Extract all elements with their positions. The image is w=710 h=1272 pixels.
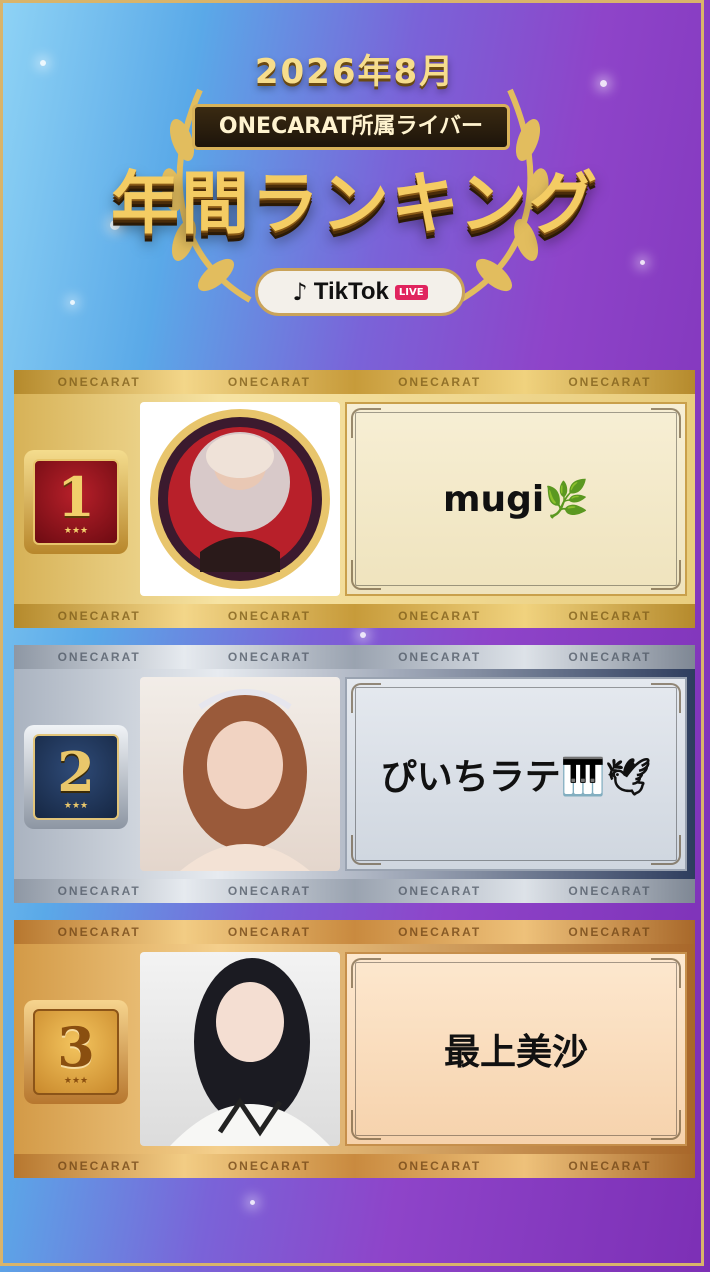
card-body: 2 ★★★ ぴいちラテ🎹🕊: [14, 669, 695, 879]
name-panel: mugi🌿: [345, 402, 687, 596]
ranking-card-3: ONECARAT ONECARAT ONECARAT ONECARAT 3 ★★…: [14, 920, 695, 1178]
rank-badge: 2 ★★★: [24, 725, 128, 829]
rank-number: 3: [57, 1015, 95, 1079]
corner-ornament-icon: [651, 958, 681, 988]
brand-logo-text: ONECARAT: [568, 650, 652, 664]
liver-name: ぴいちラテ🎹🕊: [380, 757, 652, 798]
ranking-date: 2026年8月: [254, 52, 456, 92]
agency-subtitle: ONECARAT所属ライバー: [192, 104, 510, 150]
sparkle-decoration: [360, 632, 366, 638]
corner-ornament-icon: [351, 835, 381, 865]
corner-ornament-icon: [651, 560, 681, 590]
brand-logo-text: ONECARAT: [568, 609, 652, 623]
name-panel: ぴいちラテ🎹🕊: [345, 677, 687, 871]
brand-logo-text: ONECARAT: [227, 375, 311, 389]
sparkle-decoration: [250, 1200, 255, 1205]
brand-logo-text: ONECARAT: [568, 884, 652, 898]
rank-stars: ★★★: [63, 1076, 89, 1086]
live-tag: LIVE: [394, 284, 428, 300]
brand-logo-text: ONECARAT: [398, 375, 482, 389]
brand-logo-text: ONECARAT: [568, 1159, 652, 1173]
rank-badge-inner: 1 ★★★: [33, 459, 119, 545]
brand-bar: ONECARAT ONECARAT ONECARAT ONECARAT: [14, 1154, 695, 1178]
brand-bar: ONECARAT ONECARAT ONECARAT ONECARAT: [14, 645, 695, 669]
rank-badge: 3 ★★★: [24, 1000, 128, 1104]
rank-stars: ★★★: [63, 526, 89, 536]
liver-name: mugi🌿: [442, 479, 590, 520]
corner-ornament-icon: [351, 1110, 381, 1140]
card-body: 3 ★★★ 最上美沙: [14, 944, 695, 1154]
brand-logo-text: ONECARAT: [57, 609, 141, 623]
brand-logo-text: ONECARAT: [227, 884, 311, 898]
profile-medallion-image: [150, 409, 330, 589]
brand-logo-text: ONECARAT: [398, 925, 482, 939]
tiktok-live-badge: ♪ TikTok LIVE: [255, 268, 465, 316]
corner-ornament-icon: [351, 683, 381, 713]
brand-logo-text: ONECARAT: [57, 884, 141, 898]
brand-logo-text: ONECARAT: [398, 1159, 482, 1173]
brand-logo-text: ONECARAT: [57, 1159, 141, 1173]
rank-badge-inner: 2 ★★★: [33, 734, 119, 820]
liver-name: 最上美沙: [443, 1032, 588, 1073]
rank-stars: ★★★: [63, 801, 89, 811]
brand-logo-text: ONECARAT: [568, 375, 652, 389]
corner-ornament-icon: [651, 683, 681, 713]
name-panel: 最上美沙: [345, 952, 687, 1146]
profile-photo: [140, 952, 340, 1146]
brand-logo-text: ONECARAT: [398, 650, 482, 664]
corner-ornament-icon: [351, 958, 381, 988]
brand-logo-text: ONECARAT: [398, 884, 482, 898]
brand-bar: ONECARAT ONECARAT ONECARAT ONECARAT: [14, 604, 695, 628]
profile-portrait-image: [180, 689, 310, 871]
brand-logo-text: ONECARAT: [57, 650, 141, 664]
card-body: 1 ★★★ mugi🌿: [14, 394, 695, 604]
rank-badge-inner: 3 ★★★: [33, 1009, 119, 1095]
profile-portrait-image: [170, 958, 330, 1146]
profile-photo: [140, 677, 340, 871]
page-title: 年間ランキング: [111, 165, 599, 244]
rank-number: 1: [57, 465, 95, 529]
brand-logo-text: ONECARAT: [57, 375, 141, 389]
tiktok-logo-icon: ♪: [292, 278, 308, 306]
corner-ornament-icon: [651, 1110, 681, 1140]
brand-logo-text: ONECARAT: [568, 925, 652, 939]
rank-number: 2: [57, 740, 95, 804]
ranking-card-1: ONECARAT ONECARAT ONECARAT ONECARAT 1 ★★…: [14, 370, 695, 628]
brand-bar: ONECARAT ONECARAT ONECARAT ONECARAT: [14, 879, 695, 903]
brand-bar: ONECARAT ONECARAT ONECARAT ONECARAT: [14, 370, 695, 394]
corner-ornament-icon: [651, 835, 681, 865]
rank-badge: 1 ★★★: [24, 450, 128, 554]
platform-name: TikTok: [313, 278, 389, 305]
profile-photo: [140, 402, 340, 596]
brand-logo-text: ONECARAT: [227, 650, 311, 664]
brand-logo-text: ONECARAT: [227, 609, 311, 623]
ranking-card-2: ONECARAT ONECARAT ONECARAT ONECARAT 2 ★★…: [14, 645, 695, 903]
brand-logo-text: ONECARAT: [227, 1159, 311, 1173]
corner-ornament-icon: [351, 408, 381, 438]
corner-ornament-icon: [651, 408, 681, 438]
brand-logo-text: ONECARAT: [227, 925, 311, 939]
brand-bar: ONECARAT ONECARAT ONECARAT ONECARAT: [14, 920, 695, 944]
header: 2026年8月 ONECARAT所属ライバー 年間ランキング ♪ TikTok …: [0, 0, 710, 360]
corner-ornament-icon: [351, 560, 381, 590]
brand-logo-text: ONECARAT: [57, 925, 141, 939]
brand-logo-text: ONECARAT: [398, 609, 482, 623]
